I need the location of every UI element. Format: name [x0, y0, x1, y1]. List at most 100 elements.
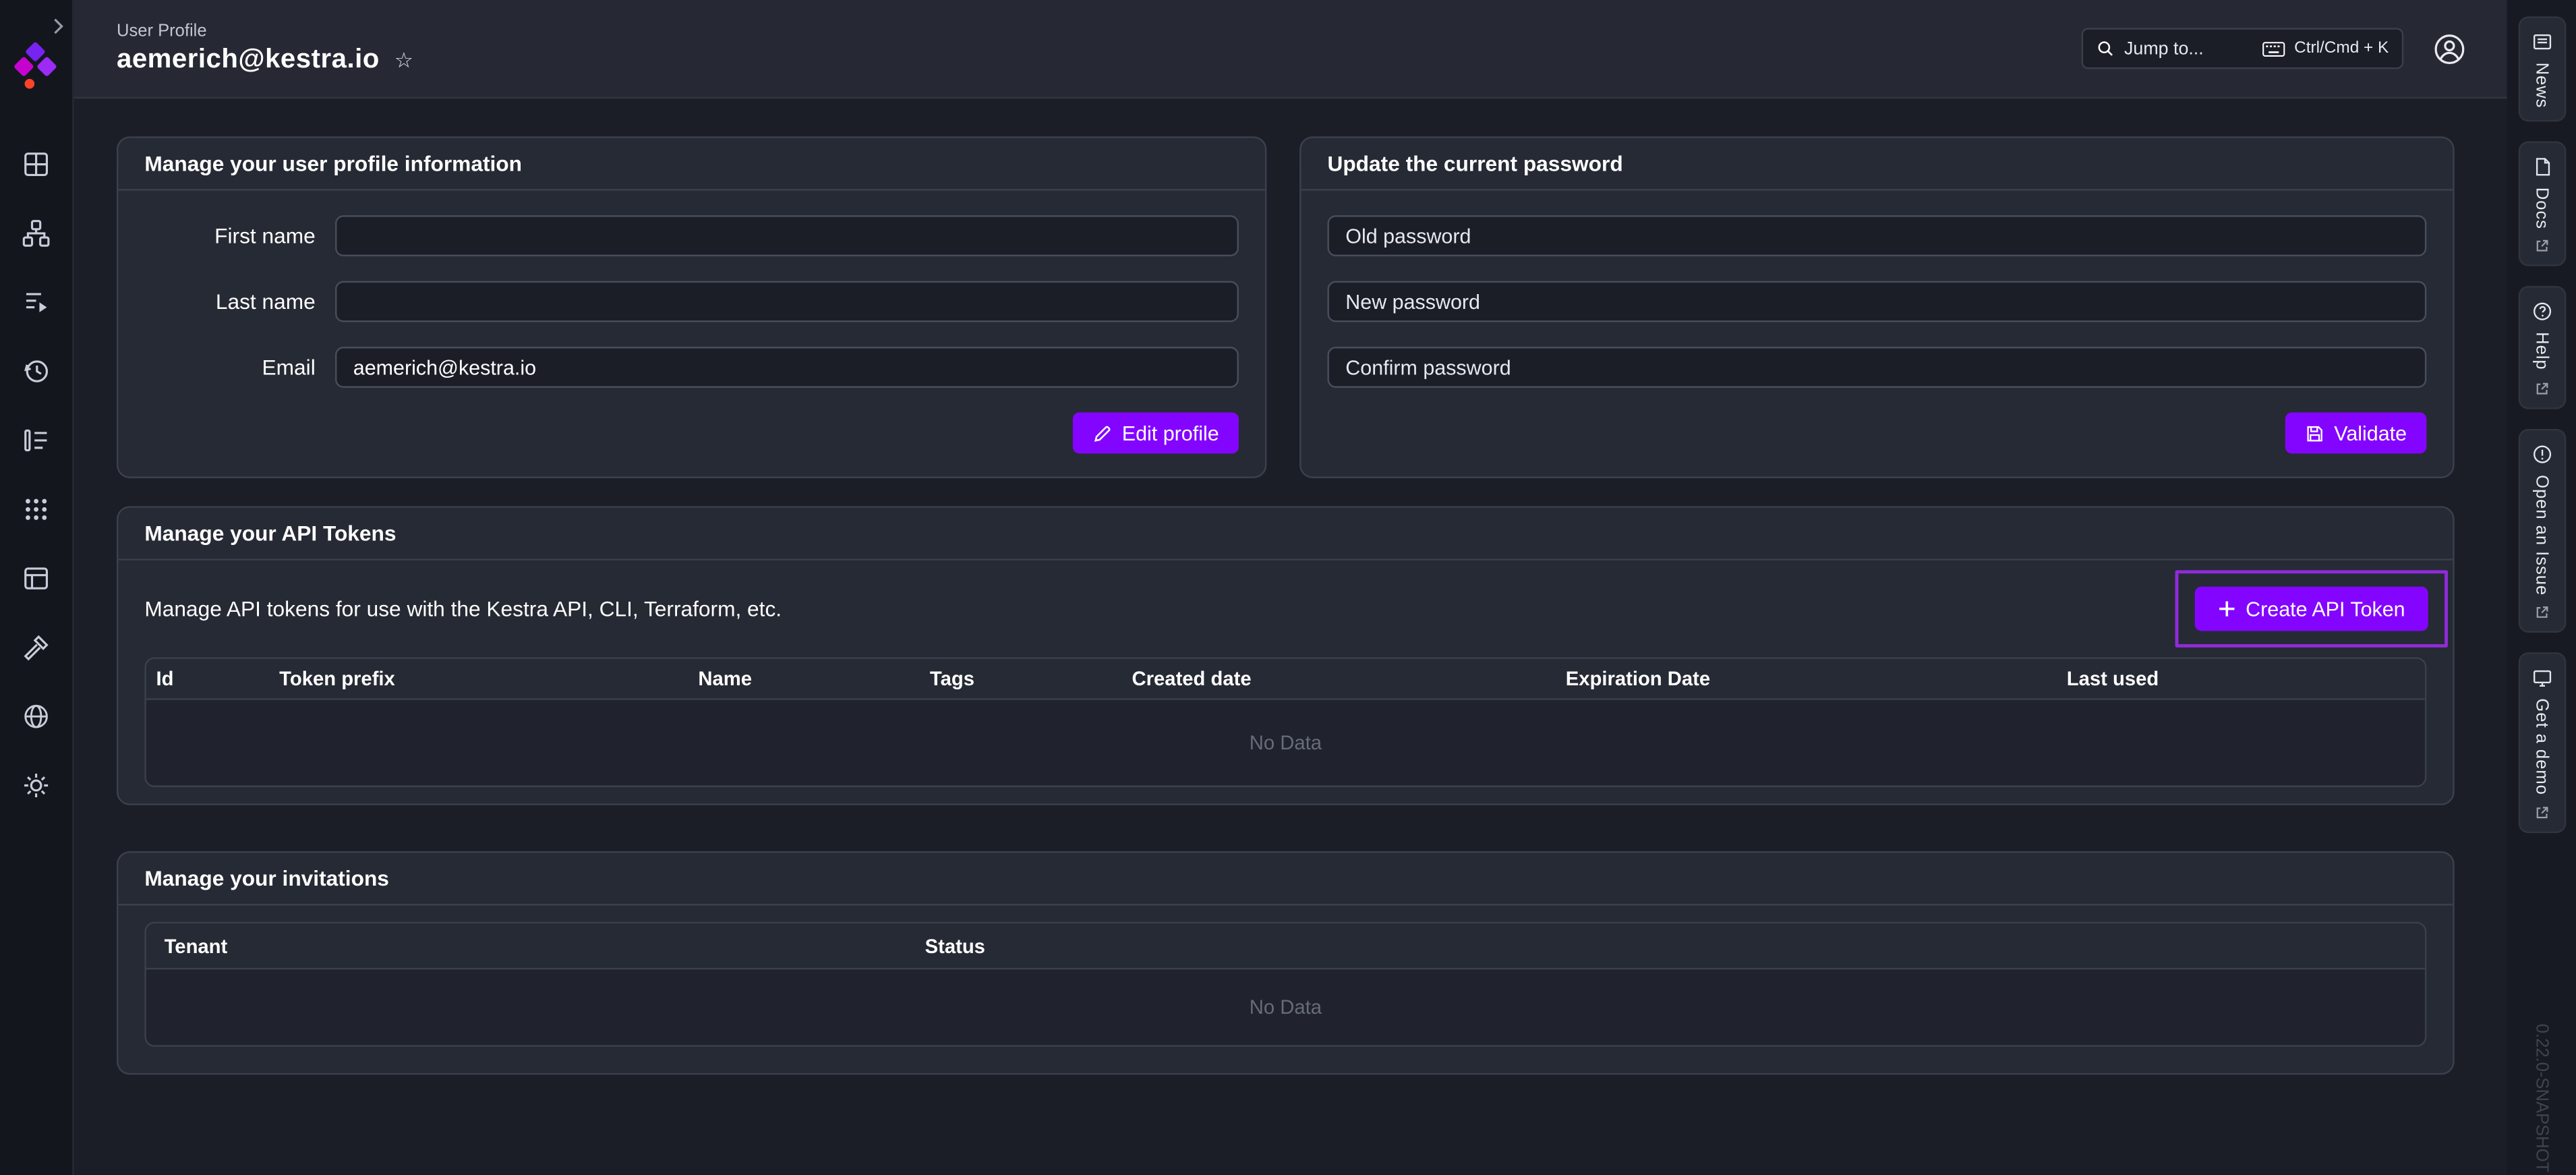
favorite-star-icon[interactable]: ☆ — [394, 49, 413, 71]
plus-icon — [2218, 600, 2236, 618]
gear-icon — [22, 771, 51, 801]
kestra-logo[interactable] — [13, 42, 59, 92]
rail-item-get-a-demo[interactable]: Get a demo — [2518, 652, 2566, 833]
external-link-icon — [2534, 380, 2549, 395]
edit-profile-label: Edit profile — [1122, 422, 1219, 445]
shortcut-text: Ctrl/Cmd + K — [2294, 39, 2389, 57]
first-name-label: First name — [144, 223, 315, 248]
api-tokens-description-row: Manage API tokens for use with the Kestr… — [144, 570, 2426, 648]
create-token-highlight-box: Create API Token — [2175, 570, 2448, 648]
search-icon — [2097, 39, 2115, 57]
profile-card-body: First name Last name Email — [118, 191, 1264, 477]
email-row: Email — [144, 347, 1239, 388]
sidebar-item-executions[interactable] — [15, 286, 57, 319]
news-icon — [2531, 31, 2552, 53]
app-frame: User Profile aemerich@kestra.io ☆ Jump t… — [0, 0, 2576, 1175]
api-tokens-empty-state: No Data — [146, 700, 2425, 786]
create-api-token-button[interactable]: Create API Token — [2195, 587, 2428, 631]
panel-icon — [22, 564, 51, 594]
sidebar-item-history[interactable] — [15, 355, 57, 388]
dots-grid-icon — [22, 494, 51, 524]
external-link-icon — [2534, 605, 2549, 620]
home-grid-icon — [22, 150, 51, 179]
sidebar-item-flows[interactable] — [15, 217, 57, 250]
confirm-password-field[interactable] — [1327, 347, 2426, 388]
last-name-field[interactable] — [335, 281, 1239, 322]
logo-diamond — [13, 56, 34, 77]
search-placeholder: Jump to... — [2124, 38, 2204, 58]
col-tags: Tags — [920, 667, 1122, 690]
page-content: Manage your user profile information Fir… — [74, 98, 2507, 1175]
sidebar-item-plugins[interactable] — [15, 631, 57, 664]
profile-card-footer: Edit profile — [144, 412, 1239, 453]
invitations-card-body: Tenant Status No Data — [118, 905, 2453, 1072]
col-id: Id — [146, 667, 270, 690]
password-card-title: Update the current password — [1301, 138, 2453, 191]
plugin-axe-icon — [22, 633, 51, 662]
rail-item-open-issue[interactable]: Open an Issue — [2518, 428, 2566, 633]
sidebar-item-home[interactable] — [15, 148, 57, 181]
version-label: 0.22.0-SNAPSHOT — [2531, 1023, 2551, 1175]
main-column: User Profile aemerich@kestra.io ☆ Jump t… — [74, 0, 2507, 1175]
col-expiration-date: Expiration Date — [1556, 667, 2057, 690]
col-token-prefix: Token prefix — [270, 667, 689, 690]
top-header: User Profile aemerich@kestra.io ☆ Jump t… — [74, 0, 2507, 98]
edit-profile-button[interactable]: Edit profile — [1073, 412, 1239, 453]
external-link-icon — [2534, 239, 2549, 254]
sidebar-item-logs[interactable] — [15, 424, 57, 457]
search-shortcut: Ctrl/Cmd + K — [2263, 39, 2389, 57]
validate-button[interactable]: Validate — [2285, 412, 2426, 453]
sidebar-expand-button[interactable] — [53, 13, 64, 42]
header-left: User Profile aemerich@kestra.io ☆ — [117, 22, 413, 76]
sidebar-item-instance[interactable] — [15, 700, 57, 733]
rail-item-open-issue-label: Open an Issue — [2531, 474, 2551, 595]
api-tokens-card: Manage your API Tokens Manage API tokens… — [117, 506, 2455, 805]
invitations-card: Manage your invitations Tenant Status No… — [117, 851, 2455, 1074]
sidebar-nav — [15, 148, 57, 802]
confirm-password-row — [1327, 347, 2426, 388]
api-tokens-description: Manage API tokens for use with the Kestr… — [144, 596, 782, 621]
page-title: aemerich@kestra.io — [117, 45, 380, 76]
password-card-footer: Validate — [1327, 412, 2426, 453]
sidebar-item-settings[interactable] — [15, 769, 57, 802]
invitations-table-header: Tenant Status — [146, 923, 2425, 969]
col-created-date: Created date — [1122, 667, 1556, 690]
globe-icon — [22, 701, 51, 731]
col-name: Name — [689, 667, 920, 690]
flows-icon — [22, 219, 51, 248]
left-sidebar — [0, 0, 74, 1175]
sidebar-item-namespaces[interactable] — [15, 562, 57, 595]
keyboard-icon — [2263, 40, 2286, 57]
right-rail: News Docs Help Open an Issue Get a demo … — [2507, 0, 2576, 1175]
password-card-body: Validate — [1301, 191, 2453, 477]
pencil-icon — [1092, 423, 1112, 442]
rail-item-docs[interactable]: Docs — [2518, 141, 2566, 266]
title-row: aemerich@kestra.io ☆ — [117, 45, 413, 76]
executions-icon — [22, 287, 51, 317]
account-circle-icon — [2433, 32, 2466, 65]
sidebar-item-blueprints[interactable] — [15, 493, 57, 526]
new-password-field[interactable] — [1327, 281, 2426, 322]
password-card: Update the current password — [1299, 136, 2455, 478]
header-right: Jump to... Ctrl/Cmd + K — [2082, 28, 2468, 69]
jump-to-search[interactable]: Jump to... Ctrl/Cmd + K — [2082, 28, 2404, 69]
chevron-right-icon — [53, 18, 64, 34]
user-avatar[interactable] — [2432, 30, 2468, 67]
rail-item-news[interactable]: News — [2518, 16, 2566, 121]
validate-label: Validate — [2334, 422, 2407, 445]
last-name-row: Last name — [144, 281, 1239, 322]
rail-item-news-label: News — [2531, 63, 2551, 109]
first-name-field[interactable] — [335, 215, 1239, 256]
save-icon — [2304, 423, 2324, 442]
logs-icon — [22, 426, 51, 455]
col-status: Status — [907, 934, 2425, 957]
create-api-token-label: Create API Token — [2246, 598, 2405, 621]
breadcrumb: User Profile — [117, 22, 413, 41]
email-field[interactable] — [335, 347, 1239, 388]
old-password-field[interactable] — [1327, 215, 2426, 256]
profile-card-title: Manage your user profile information — [118, 138, 1264, 191]
rail-item-help[interactable]: Help — [2518, 287, 2566, 409]
invitations-table: Tenant Status No Data — [144, 922, 2426, 1047]
api-tokens-card-body: Manage API tokens for use with the Kestr… — [118, 561, 2453, 804]
rail-item-docs-label: Docs — [2531, 187, 2551, 229]
